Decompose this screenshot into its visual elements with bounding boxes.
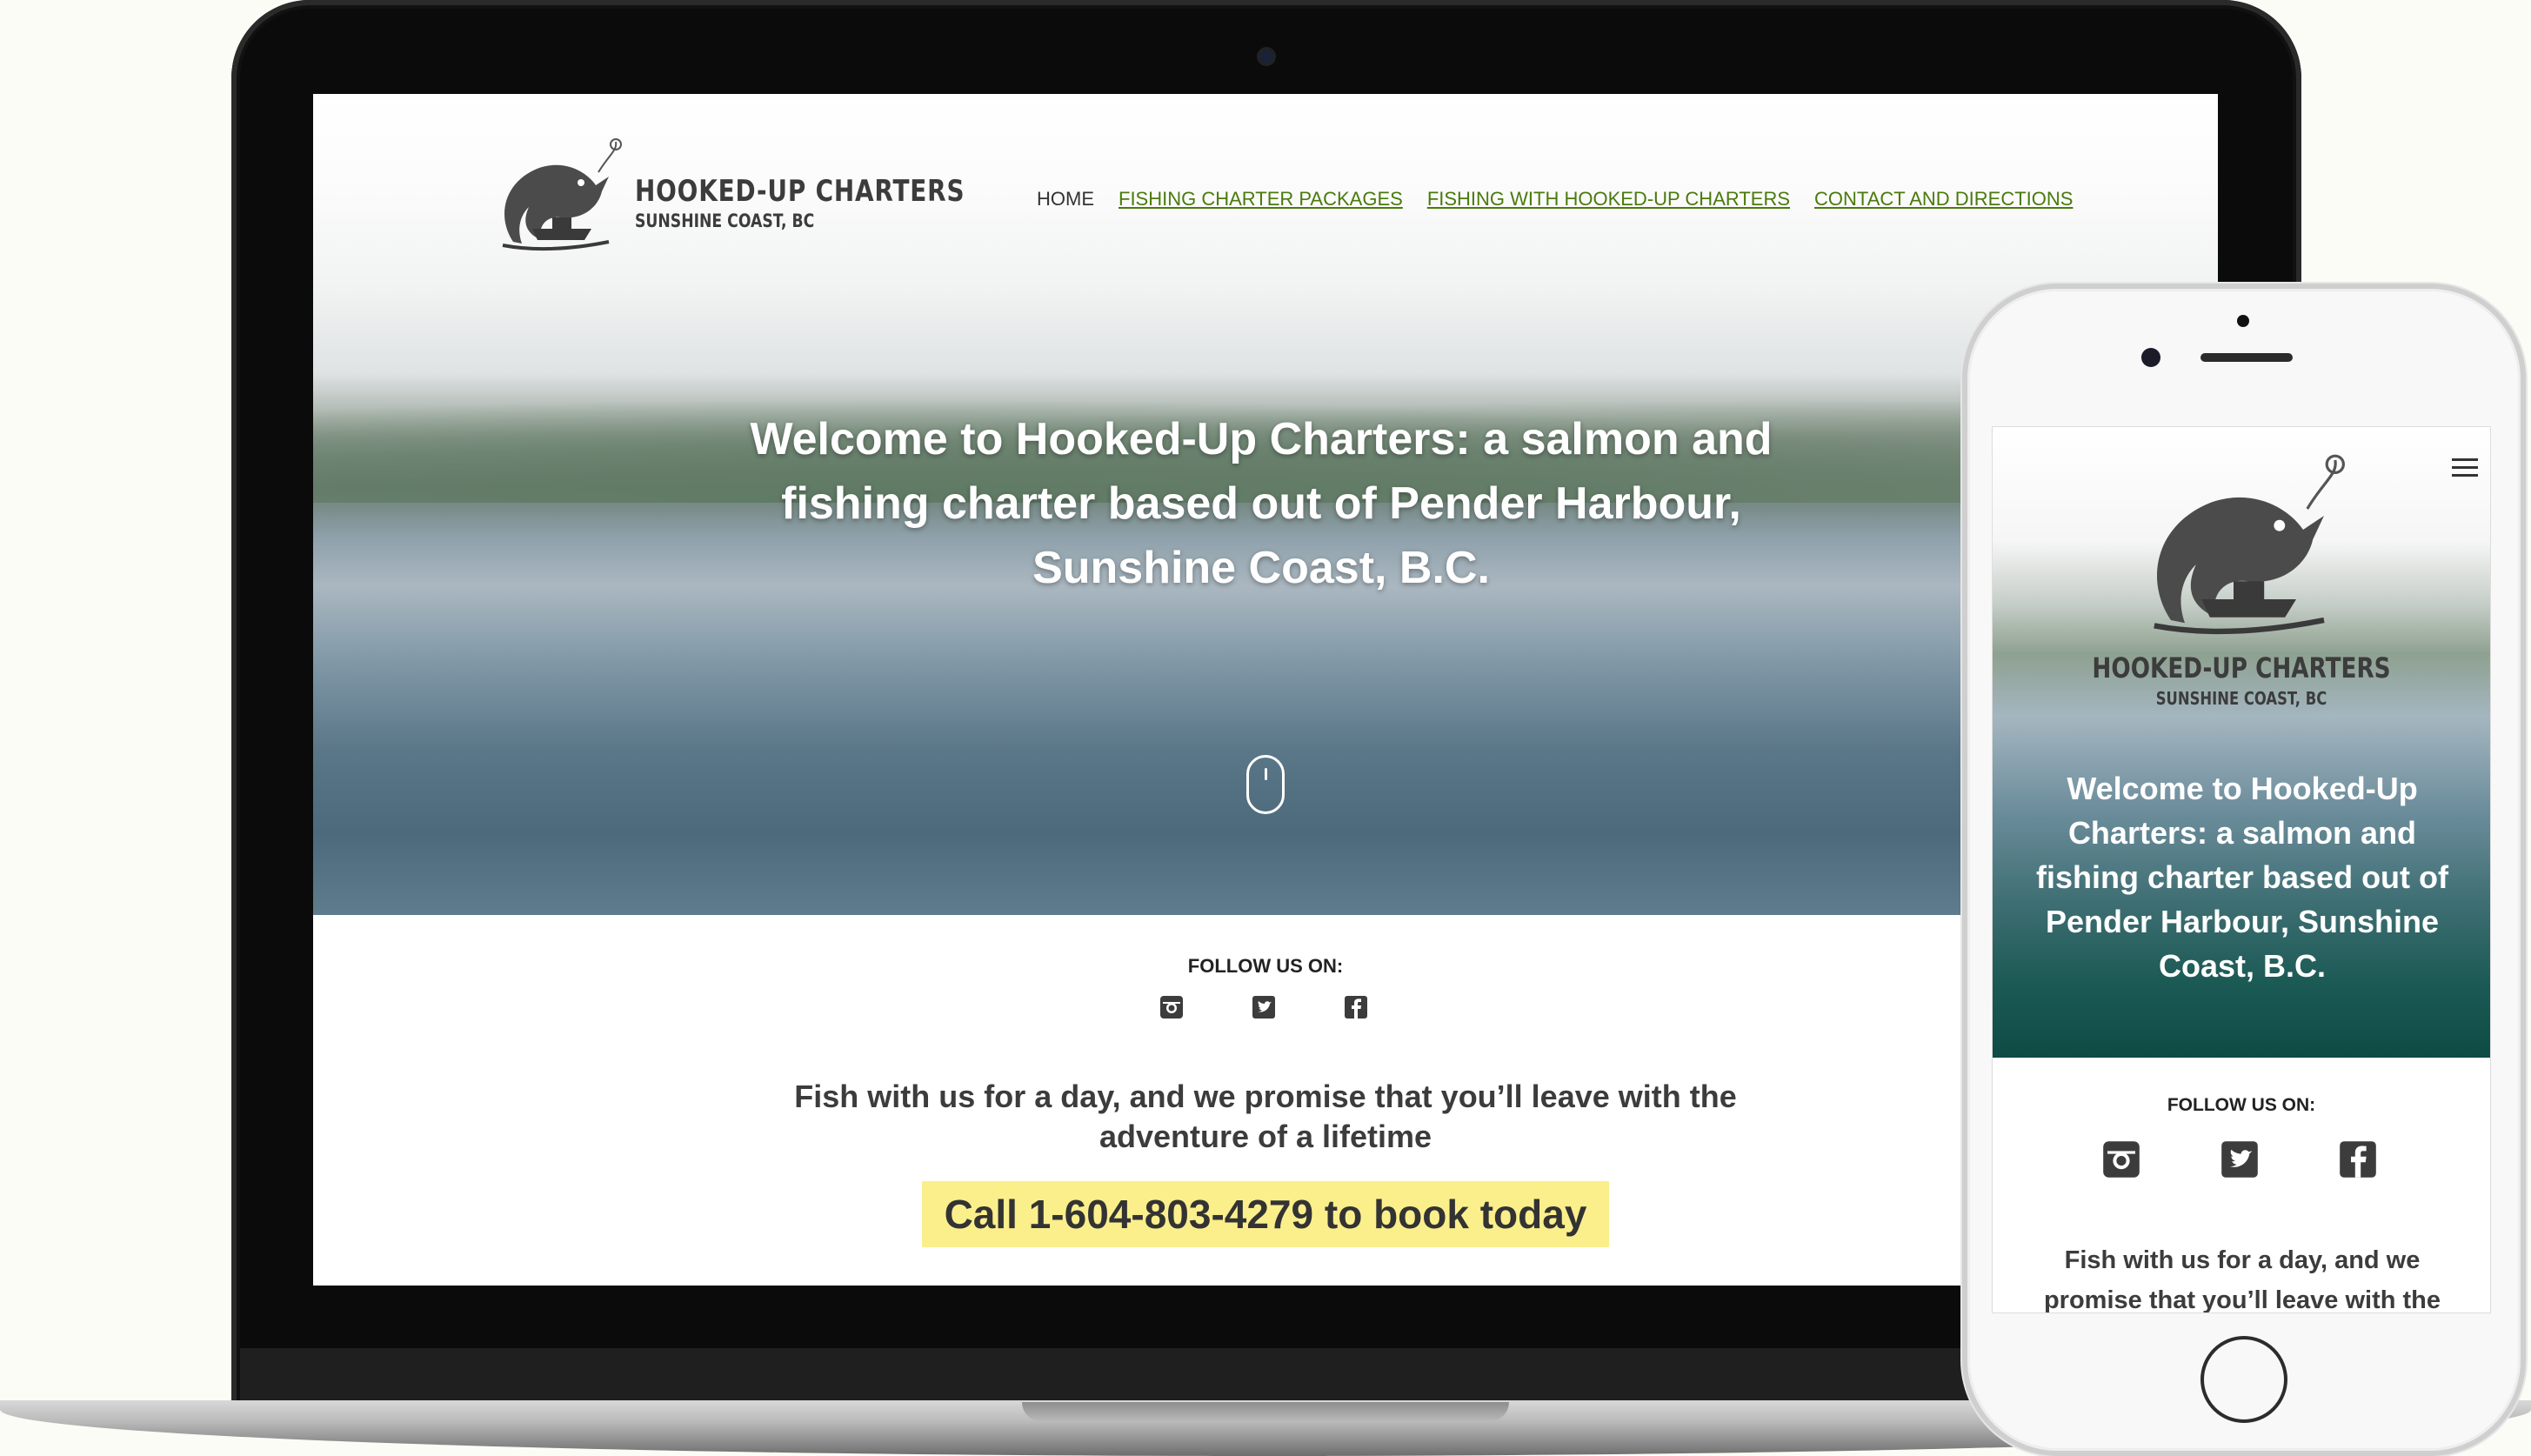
twitter-icon[interactable] (2219, 1139, 2261, 1180)
instagram-icon[interactable] (1159, 994, 1185, 1020)
mobile-social-links (2100, 1139, 2379, 1180)
hero-title: Welcome to Hooked-Up Charters: a salmon … (750, 414, 1773, 593)
laptop-camera (1259, 50, 1273, 63)
tagline: Fish with us for a day, and we promise t… (794, 1079, 1737, 1154)
facebook-icon[interactable] (2337, 1139, 2379, 1180)
phone-speaker (2200, 353, 2293, 362)
instagram-icon[interactable] (2100, 1139, 2142, 1180)
logo-subtitle: SUNSHINE COAST, BC (635, 210, 815, 231)
follow-label: FOLLOW US ON: (1187, 955, 1344, 977)
logo-name: HOOKED-UP CHARTERS (635, 174, 965, 209)
nav-home[interactable]: HOME (1037, 188, 1094, 210)
facebook-icon[interactable] (1343, 994, 1369, 1020)
phone-sensor (2237, 315, 2249, 327)
mobile-logo-subtitle: SUNSHINE COAST, BC (2155, 688, 2327, 709)
mobile-tagline: Fish with us for a day, and we promise t… (2043, 1246, 2441, 1313)
twitter-icon[interactable] (1251, 994, 1277, 1020)
mobile-website: HOOKED-UP CHARTERS SUNSHINE COAST, BC We… (1992, 426, 2491, 1313)
hero-section: HOOKED-UP CHARTERS SUNSHINE COAST, BC HO… (313, 94, 2218, 915)
mobile-logo-name: HOOKED-UP CHARTERS (2092, 651, 2391, 685)
desktop-website: HOOKED-UP CHARTERS SUNSHINE COAST, BC HO… (313, 94, 2218, 1286)
mobile-hero-title: Welcome to Hooked-Up Charters: a salmon … (2035, 771, 2449, 984)
nav-contact-directions[interactable]: CONTACT AND DIRECTIONS (1814, 188, 2073, 210)
site-logo[interactable]: HOOKED-UP CHARTERS SUNSHINE COAST, BC (487, 137, 965, 268)
salmon-logo-icon (2154, 454, 2345, 635)
mobile-follow-label: FOLLOW US ON: (2167, 1095, 2316, 1115)
salmon-logo-icon (502, 138, 622, 251)
call-to-action[interactable]: Call 1-604-803-4279 to book today (922, 1181, 1609, 1247)
phone-camera (2141, 348, 2160, 367)
laptop-notch (1022, 1402, 1509, 1421)
nav-fishing-with-hooked-up[interactable]: FISHING WITH HOOKED-UP CHARTERS (1427, 188, 1790, 210)
social-links (1159, 994, 1369, 1020)
scroll-down-icon[interactable] (1246, 755, 1285, 814)
nav-fishing-charter-packages[interactable]: FISHING CHARTER PACKAGES (1119, 188, 1403, 210)
phone-home-button (2200, 1336, 2287, 1423)
hamburger-menu-icon[interactable] (2452, 458, 2478, 482)
main-nav: HOME FISHING CHARTER PACKAGES FISHING WI… (1037, 188, 2073, 210)
mobile-hero-section: HOOKED-UP CHARTERS SUNSHINE COAST, BC We… (1993, 427, 2490, 1058)
